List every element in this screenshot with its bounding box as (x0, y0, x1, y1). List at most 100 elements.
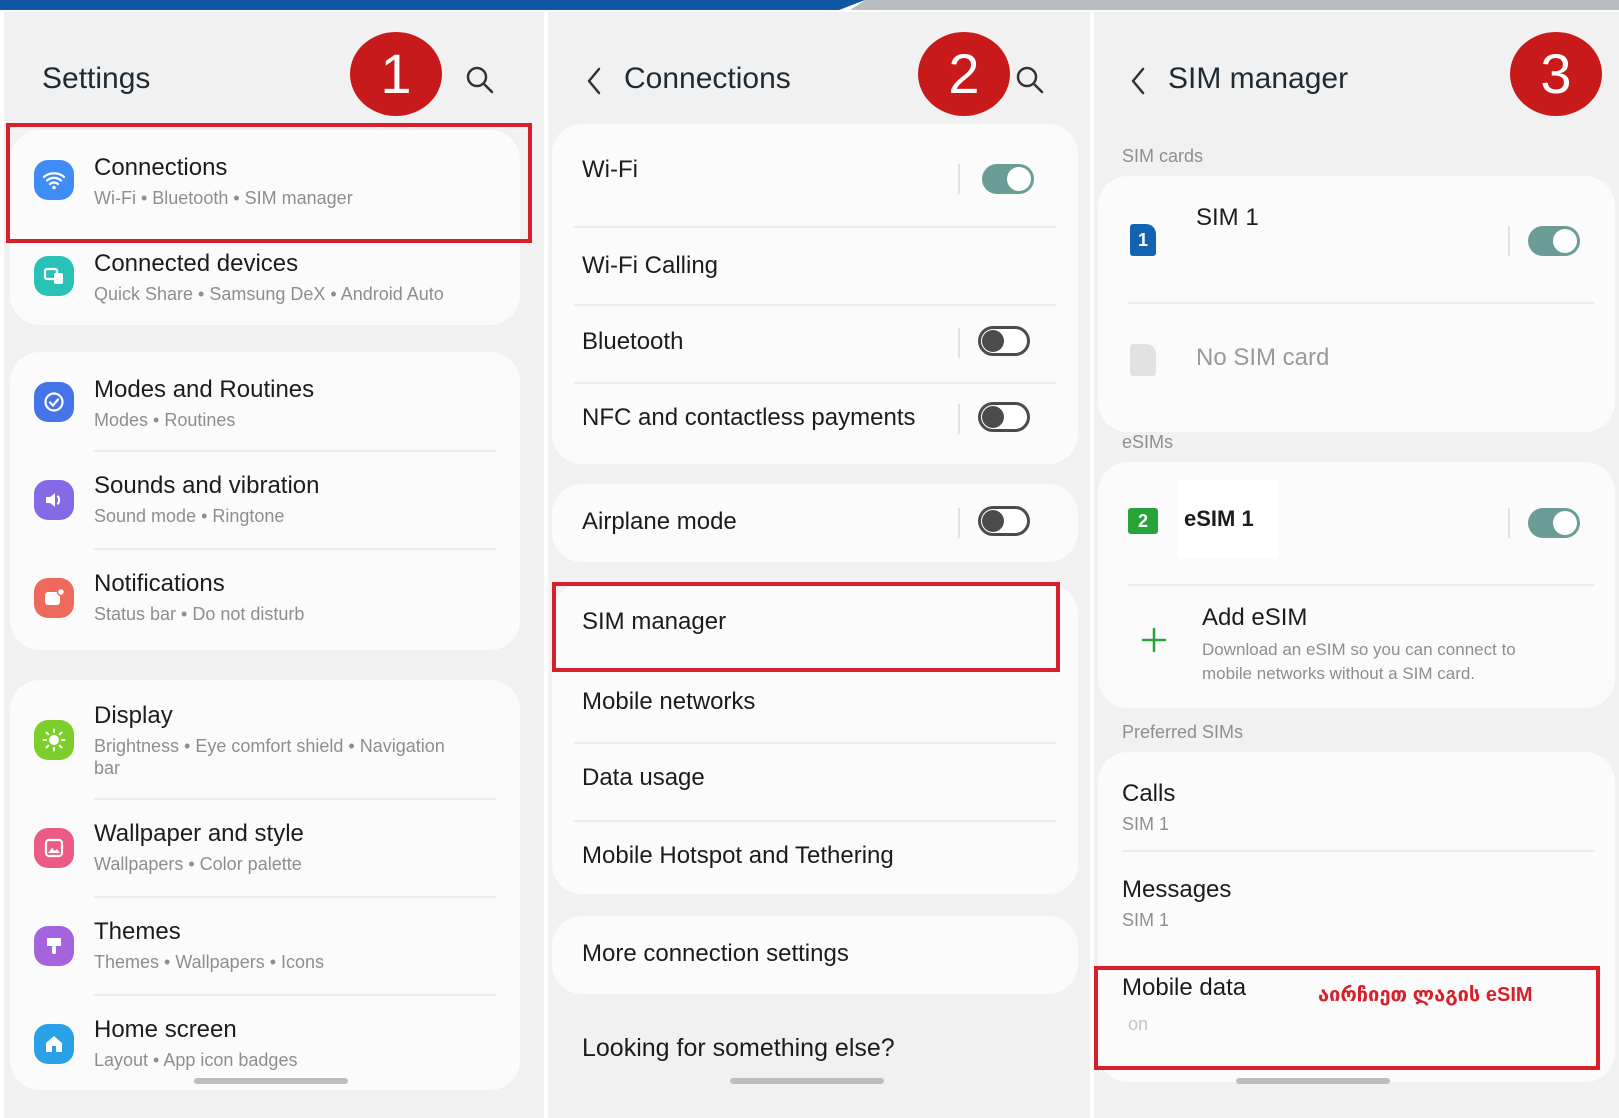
devices-icon (34, 256, 74, 296)
connections-item-wifi[interactable]: Wi-Fi (552, 124, 1078, 224)
settings-item-label: Sounds and vibration (94, 472, 320, 499)
sim-manager-screen: SIM manager 3 SIM cards 1 SIM 1 No SIM c… (1094, 12, 1619, 1118)
settings-item-modes-routines[interactable]: Modes and Routines Modes • Routines (10, 352, 520, 450)
settings-item-subtitle: Wallpapers • Color palette (94, 854, 302, 874)
separator (958, 508, 960, 538)
top-accent-bar (0, 0, 865, 10)
esim-item-esim1[interactable]: 2 eSIM 1 (1098, 462, 1615, 582)
add-esim-label: Add eSIM (1202, 604, 1308, 631)
sim1-toggle[interactable] (1528, 226, 1580, 256)
sim-item-label: SIM 1 (1196, 204, 1259, 231)
section-label-esims: eSIMs (1122, 432, 1174, 452)
settings-item-label: Notifications (94, 570, 225, 597)
settings-item-label: Home screen (94, 1016, 237, 1043)
airplane-toggle[interactable] (978, 506, 1030, 536)
connections-item-label: Mobile Hotspot and Tethering (582, 842, 894, 869)
sim-slot-number: 1 (1137, 230, 1148, 250)
section-label-preferred-sims: Preferred SIMs (1122, 722, 1244, 742)
section-label-sim-cards: SIM cards (1122, 146, 1204, 166)
connections-item-label: Bluetooth (582, 328, 684, 355)
esim-item-label: eSIM 1 (1184, 506, 1254, 531)
connections-item-more[interactable]: More connection settings (552, 916, 1078, 994)
connections-item-data-usage[interactable]: Data usage (552, 744, 1078, 820)
preferred-item-value: SIM 1 (1122, 910, 1170, 930)
esim1-toggle[interactable] (1528, 508, 1580, 538)
back-icon[interactable] (1128, 64, 1148, 98)
routines-icon (34, 382, 74, 422)
highlight-box-sim-manager (552, 582, 1060, 672)
settings-item-label: Connected devices (94, 250, 299, 277)
connections-card-1: Wi-Fi Wi-Fi Calling Bluetooth NFC and co… (552, 124, 1078, 464)
connections-item-wifi-calling[interactable]: Wi-Fi Calling (552, 228, 1078, 304)
wifi-toggle[interactable] (982, 164, 1034, 194)
settings-item-themes[interactable]: Themes Themes • Wallpapers • Icons (10, 898, 520, 994)
settings-item-subtitle: Brightness • Eye comfort shield • Naviga… (94, 736, 445, 756)
connections-item-label: Wi-Fi (582, 156, 638, 183)
esims-card: 2 eSIM 1 Add eSIM Download an eSIM so yo… (1098, 462, 1615, 708)
settings-item-label: Themes (94, 918, 181, 945)
nfc-toggle[interactable] (978, 402, 1030, 432)
settings-item-subtitle: Sound mode • Ringtone (94, 506, 285, 526)
connections-card-airplane: Airplane mode (552, 484, 1078, 562)
notification-icon (34, 578, 74, 618)
step-badge: 2 (918, 32, 1010, 116)
empty-sim-icon (1130, 344, 1156, 376)
connections-item-label: More connection settings (582, 940, 849, 967)
add-esim-description-cont: mobile networks without a SIM card. (1202, 664, 1476, 683)
connections-item-label: NFC and contactless payments (582, 404, 916, 431)
settings-item-label: Wallpaper and style (94, 820, 304, 847)
connections-item-mobile-networks[interactable]: Mobile networks (552, 666, 1078, 742)
home-icon (34, 1024, 74, 1064)
separator (1508, 508, 1510, 538)
step-badge: 3 (1510, 32, 1602, 116)
step-badge: 1 (350, 32, 442, 116)
sim-item-sim1[interactable]: 1 SIM 1 (1098, 176, 1615, 300)
connections-item-bluetooth[interactable]: Bluetooth (552, 306, 1078, 382)
search-icon[interactable] (464, 64, 496, 96)
bluetooth-toggle[interactable] (978, 326, 1030, 356)
settings-item-subtitle: Layout • App icon badges (94, 1050, 298, 1070)
preferred-item-value: SIM 1 (1122, 814, 1170, 834)
settings-card-group-3: Display Brightness • Eye comfort shield … (10, 680, 520, 1090)
connections-item-label: Data usage (582, 764, 705, 791)
looking-for-something-else[interactable]: Looking for something else? (582, 1034, 895, 1063)
settings-item-label: Modes and Routines (94, 376, 315, 403)
preferred-item-calls[interactable]: Calls SIM 1 (1098, 752, 1615, 850)
page-title: Settings (42, 62, 151, 95)
connections-card-more: More connection settings (552, 916, 1078, 994)
connections-item-hotspot[interactable]: Mobile Hotspot and Tethering (552, 822, 1078, 894)
esim-slot-number: 2 (1137, 511, 1148, 531)
settings-item-home-screen[interactable]: Home screen Layout • App icon badges (10, 996, 520, 1090)
settings-item-wallpaper[interactable]: Wallpaper and style Wallpapers • Color p… (10, 800, 520, 896)
volume-icon (34, 480, 74, 520)
page-title: Connections (624, 62, 791, 95)
connections-item-nfc[interactable]: NFC and contactless payments (552, 384, 1078, 462)
plus-icon (1141, 627, 1167, 653)
connections-item-airplane[interactable]: Airplane mode (552, 484, 1078, 562)
sim-item-empty: No SIM card (1098, 304, 1615, 430)
connections-item-label: Wi-Fi Calling (582, 252, 719, 279)
home-indicator (730, 1078, 884, 1084)
connections-item-label: Airplane mode (582, 508, 737, 535)
settings-item-notifications[interactable]: Notifications Status bar • Do not distur… (10, 550, 520, 650)
no-sim-label: No SIM card (1196, 344, 1330, 371)
separator (1508, 226, 1510, 256)
settings-item-subtitle: Themes • Wallpapers • Icons (94, 952, 325, 972)
page-title: SIM manager (1168, 62, 1349, 95)
settings-item-display[interactable]: Display Brightness • Eye comfort shield … (10, 680, 520, 798)
settings-item-subtitle: Status bar • Do not disturb (94, 604, 305, 624)
sim-cards-card: 1 SIM 1 No SIM card (1098, 176, 1615, 432)
search-icon[interactable] (1014, 64, 1046, 96)
preferred-item-label: Messages (1122, 876, 1232, 903)
settings-item-sounds[interactable]: Sounds and vibration Sound mode • Ringto… (10, 452, 520, 549)
connections-item-label: Mobile networks (582, 688, 756, 715)
themes-icon (34, 926, 74, 966)
preferred-item-messages[interactable]: Messages SIM 1 (1098, 852, 1615, 948)
home-indicator (194, 1078, 348, 1084)
back-icon[interactable] (584, 64, 604, 98)
connections-screen: Connections 2 Wi-Fi Wi-Fi Calling Blueto… (548, 12, 1090, 1118)
top-accent-bar-gray (850, 0, 1619, 10)
settings-card-group-2: Modes and Routines Modes • Routines Soun… (10, 352, 520, 650)
settings-item-subtitle: Modes • Routines (94, 410, 236, 430)
add-esim-item[interactable]: Add eSIM Download an eSIM so you can con… (1098, 586, 1615, 708)
